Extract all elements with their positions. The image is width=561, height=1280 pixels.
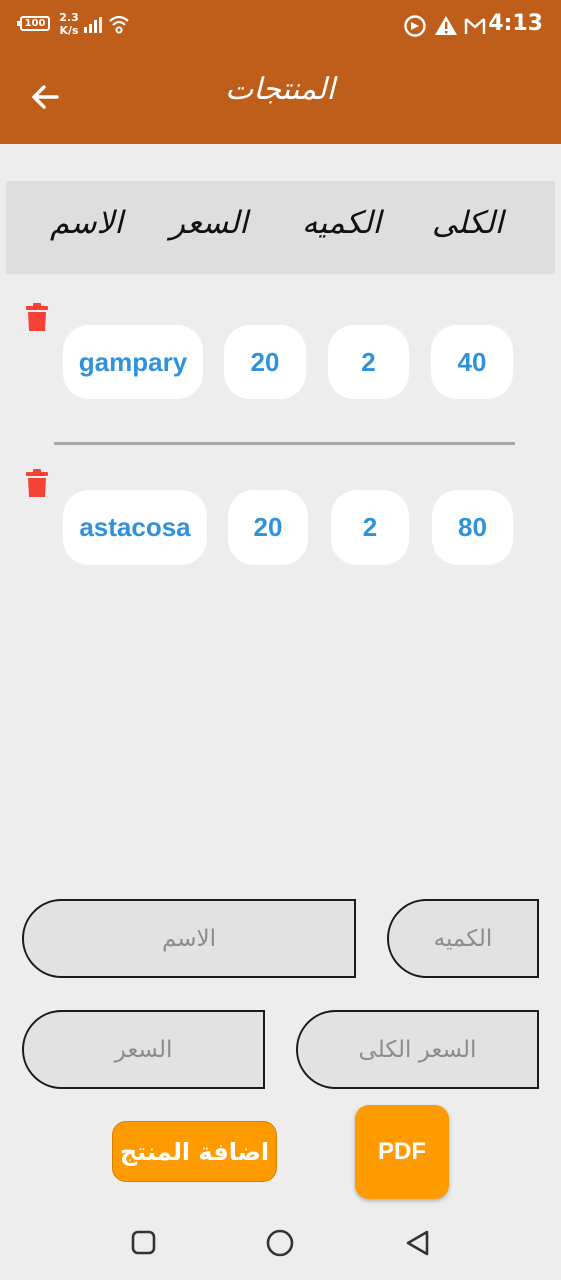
arrow-left-icon — [32, 85, 59, 109]
total-price-input[interactable] — [296, 1010, 539, 1089]
table-header: الكلى الكميه السعر الاسم — [6, 181, 555, 274]
header-total: الكلى — [432, 205, 504, 241]
product-quantity: 2 — [328, 325, 409, 399]
product-price: 20 — [224, 325, 306, 399]
gmail-icon — [464, 18, 486, 34]
product-name: astacosa — [63, 490, 207, 565]
clock: 4:13 — [488, 11, 543, 36]
table-row: gampary 20 2 40 — [0, 303, 561, 413]
network-speed: 2.3 K/s — [57, 11, 81, 37]
table-row: astacosa 20 2 80 — [0, 469, 561, 579]
pdf-button[interactable]: PDF — [355, 1105, 449, 1199]
network-speed-value: 2.3 — [59, 11, 79, 24]
wifi-icon — [109, 15, 129, 34]
status-bar: 100 2.3 K/s 4:13 — [0, 0, 561, 52]
quantity-input[interactable] — [387, 899, 539, 978]
home-icon[interactable] — [265, 1228, 295, 1258]
product-name: gampary — [63, 325, 203, 399]
add-product-button[interactable]: اضافة المنتج — [112, 1121, 277, 1182]
back-button[interactable] — [22, 74, 68, 120]
app-bar: المنتجات — [0, 52, 561, 144]
product-total: 40 — [431, 325, 513, 399]
header-name: الاسم — [50, 205, 123, 241]
row-divider — [54, 442, 515, 445]
trash-icon[interactable] — [26, 303, 48, 331]
warning-icon — [435, 16, 457, 35]
recent-apps-icon[interactable] — [129, 1228, 159, 1258]
product-price: 20 — [228, 490, 308, 565]
product-quantity: 2 — [331, 490, 409, 565]
network-speed-unit: K/s — [59, 24, 79, 37]
signal-icon — [84, 17, 102, 33]
page-title: المنتجات — [225, 72, 335, 107]
header-price: السعر — [170, 205, 248, 241]
header-quantity: الكميه — [302, 205, 382, 241]
back-icon[interactable] — [403, 1228, 433, 1258]
product-total: 80 — [432, 490, 513, 565]
battery-icon: 100 — [17, 16, 50, 31]
sync-icon — [404, 15, 426, 37]
price-input[interactable] — [22, 1010, 265, 1089]
trash-icon[interactable] — [26, 469, 48, 497]
system-nav-bar — [0, 1208, 561, 1280]
name-input[interactable] — [22, 899, 356, 978]
